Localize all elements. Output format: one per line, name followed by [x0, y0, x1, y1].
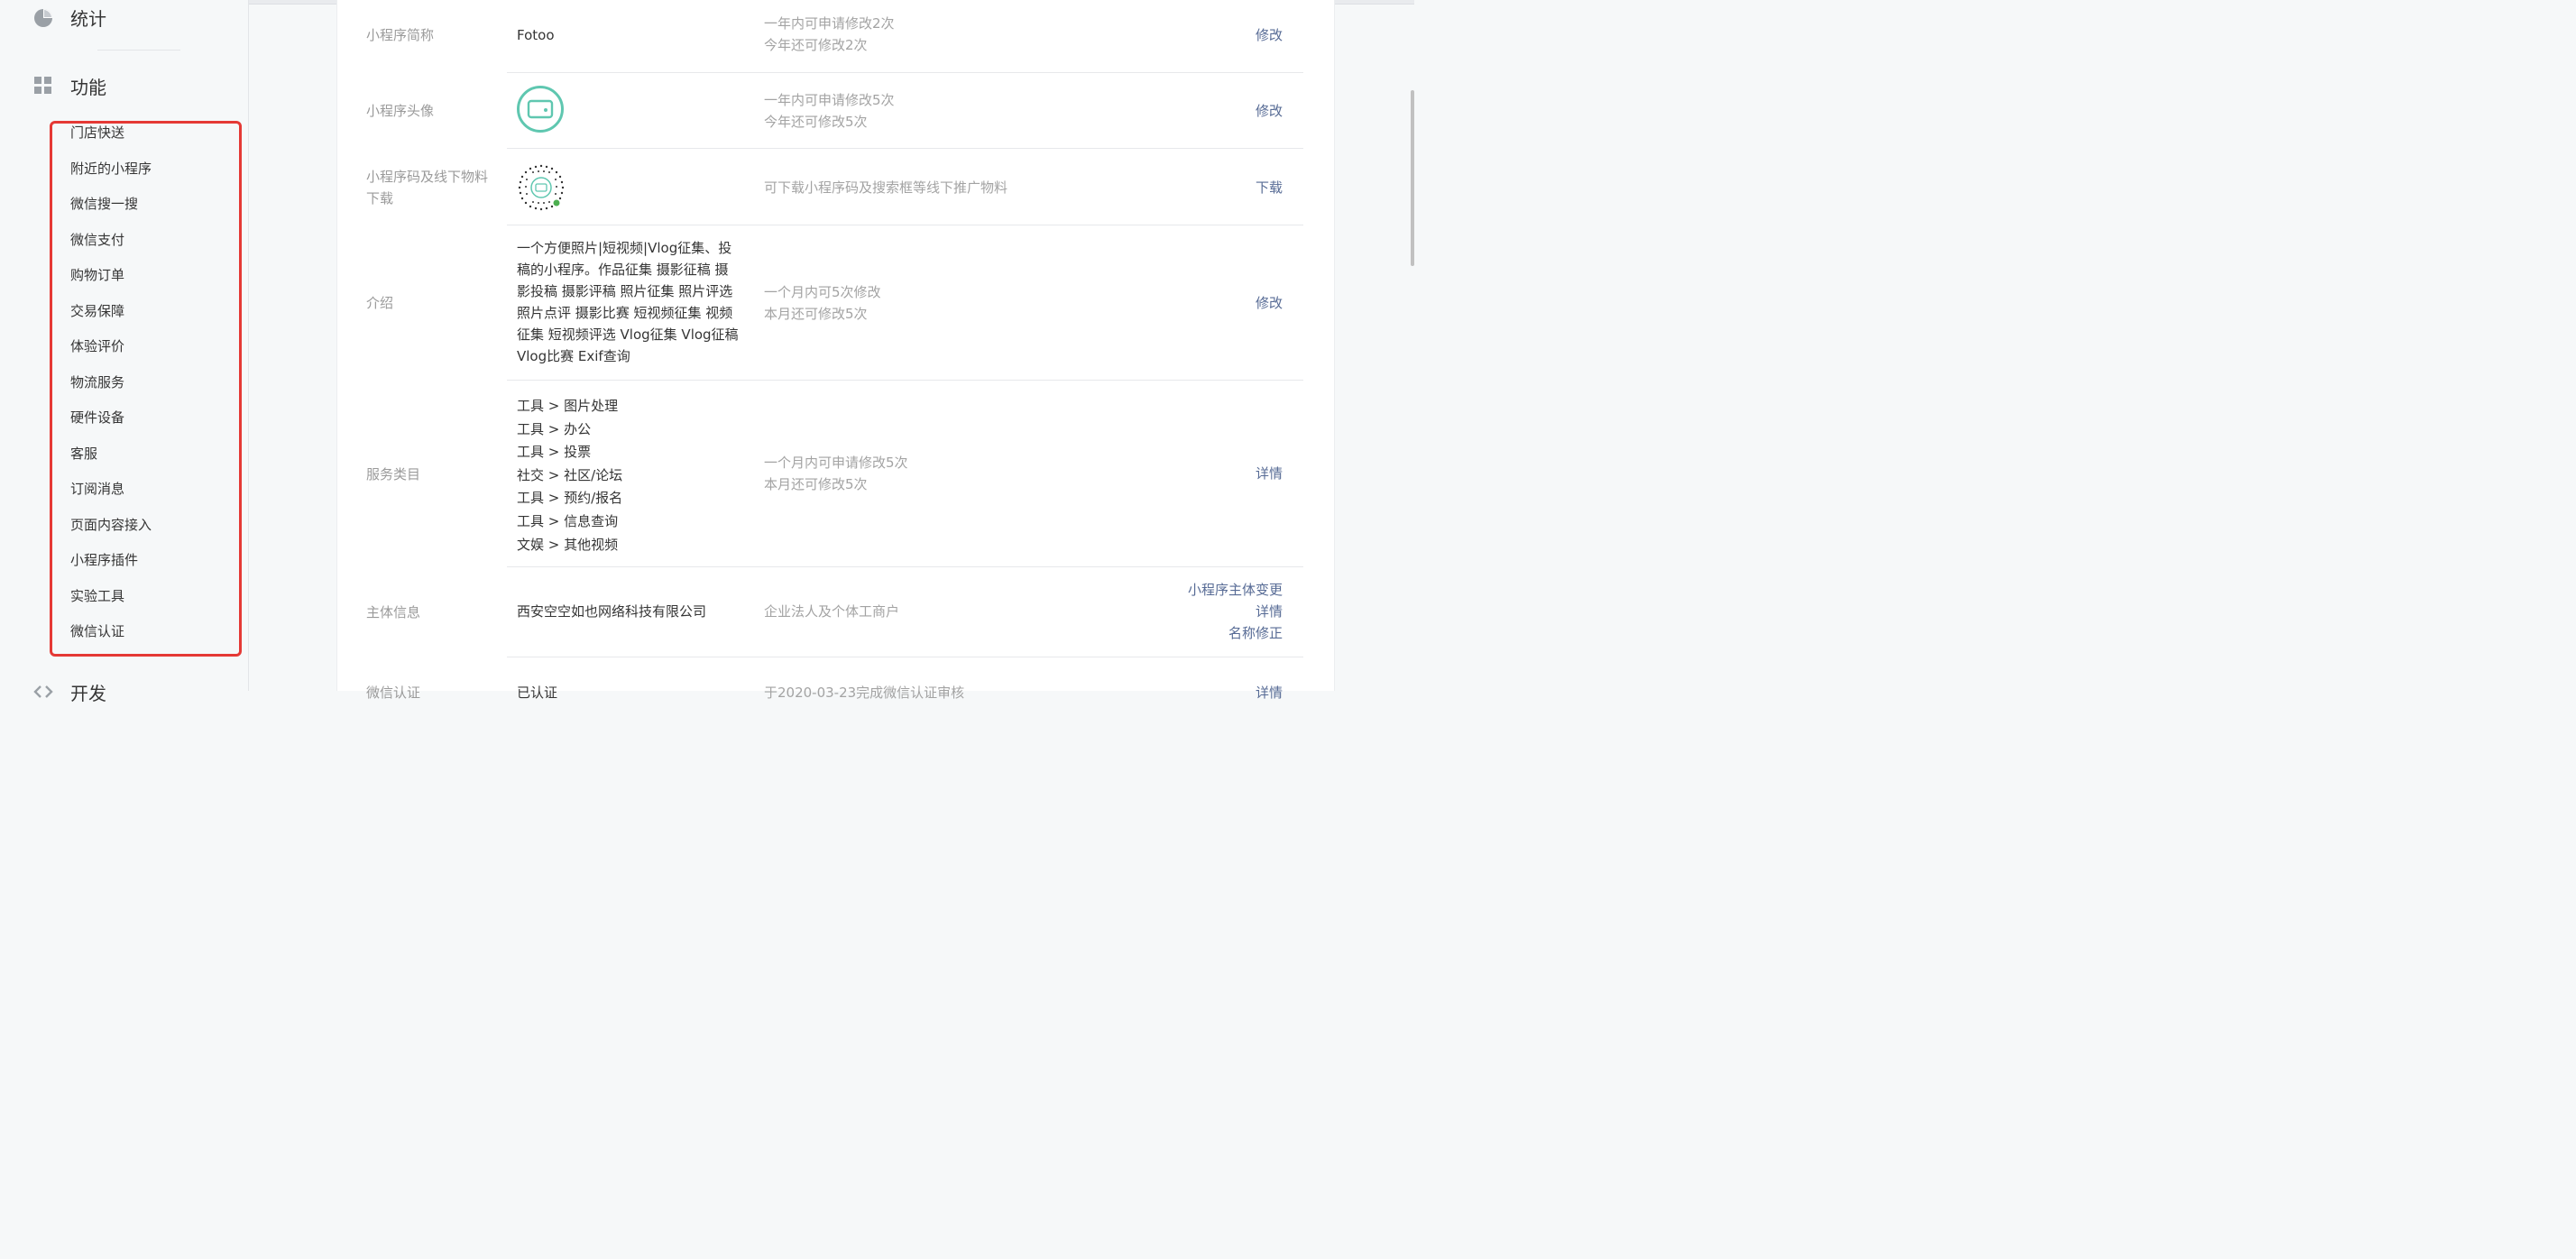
- avatar-label: 小程序头像: [366, 103, 435, 119]
- category-hint: 一个月内可申请修改5次 本月还可修改5次: [764, 452, 908, 495]
- nav-functions[interactable]: 功能: [32, 72, 106, 99]
- category-list: 工具 > 图片处理 工具 > 办公 工具 > 投票 社交 > 社区/论坛 工具 …: [517, 395, 622, 556]
- category-hint-line2: 本月还可修改5次: [764, 476, 868, 492]
- cert-detail-link[interactable]: 详情: [1256, 682, 1283, 703]
- category-item: 文娱 > 其他视频: [517, 536, 619, 553]
- row-divider: [507, 566, 1303, 567]
- sidebar: 统计 功能 门店快送 附近的小程序 微信搜一搜 微信支付 购物订单 交易保障 体…: [0, 0, 249, 704]
- entity-hint: 企业法人及个体工商户: [764, 603, 900, 620]
- cert-status: 已认证: [517, 685, 558, 701]
- qrcode-hint: 可下载小程序码及搜索框等线下推广物料: [764, 179, 1008, 196]
- row-divider: [507, 72, 1303, 73]
- nav-stats-label: 统计: [70, 7, 106, 30]
- pie-chart-icon: [32, 6, 54, 28]
- category-item: 社交 > 社区/论坛: [517, 466, 623, 483]
- entity-change-link[interactable]: 小程序主体变更: [1188, 579, 1283, 601]
- qrcode-label: 小程序码及线下物料 下载: [366, 166, 488, 209]
- short-name-modify-link[interactable]: 修改: [1256, 24, 1283, 46]
- qrcode-label-line1: 小程序码及线下物料: [366, 169, 489, 185]
- short-name-hint-line1: 一年内可申请修改2次: [764, 15, 895, 32]
- wallet-icon: [527, 99, 554, 119]
- nav-development-label: 开发: [70, 682, 106, 704]
- highlight-box: [50, 121, 242, 657]
- avatar-modify-link[interactable]: 修改: [1256, 100, 1283, 122]
- avatar-hint-line1: 一年内可申请修改5次: [764, 92, 895, 108]
- entity-detail-link[interactable]: 详情: [1256, 601, 1283, 622]
- intro-line: Vlog比赛 Exif查询: [517, 348, 630, 364]
- intro-line: 一个方便照片|短视频|Vlog征集、投: [517, 240, 732, 256]
- category-item: 工具 > 办公: [517, 420, 592, 437]
- category-item: 工具 > 预约/报名: [517, 490, 623, 507]
- intro-line: 征集 短视频评选 Vlog征集 Vlog征稿: [517, 326, 739, 343]
- entity-label: 主体信息: [366, 604, 421, 620]
- intro-modify-link[interactable]: 修改: [1256, 292, 1283, 314]
- grid-icon: [32, 75, 54, 96]
- nav-development[interactable]: 开发: [32, 678, 106, 705]
- short-name-label: 小程序简称: [366, 27, 435, 43]
- intro-line: 稿的小程序。作品征集 摄影征稿 摄: [517, 262, 729, 278]
- avatar-hint-line2: 今年还可修改5次: [764, 114, 868, 130]
- intro-hint-line2: 本月还可修改5次: [764, 306, 868, 322]
- intro-line: 照片点评 摄影比赛 短视频征集 视频: [517, 305, 733, 321]
- intro-line: 影投稿 摄影评稿 照片征集 照片评选: [517, 283, 733, 299]
- intro-hint: 一个月内可5次修改 本月还可修改5次: [764, 281, 881, 325]
- category-item: 工具 > 投票: [517, 444, 592, 461]
- cert-hint: 于2020-03-23完成微信认证审核: [764, 685, 965, 701]
- miniprogram-qrcode[interactable]: [517, 163, 566, 212]
- category-hint-line1: 一个月内可申请修改5次: [764, 455, 908, 471]
- category-item: 工具 > 图片处理: [517, 398, 619, 414]
- row-divider: [507, 380, 1303, 381]
- nav-stats[interactable]: 统计: [32, 4, 106, 31]
- intro-label: 介绍: [366, 295, 394, 311]
- short-name-hint-line2: 今年还可修改2次: [764, 37, 868, 53]
- qrcode-label-line2: 下载: [366, 190, 394, 207]
- code-icon: [32, 681, 54, 703]
- scrollbar[interactable]: [1411, 90, 1414, 266]
- category-detail-link[interactable]: 详情: [1256, 463, 1283, 484]
- qrcode-download-link[interactable]: 下载: [1256, 177, 1283, 198]
- miniprogram-avatar: [517, 86, 564, 133]
- cert-label: 微信认证: [366, 685, 421, 701]
- entity-name: 西安空空如也网络科技有限公司: [517, 603, 707, 620]
- nav-functions-label: 功能: [70, 76, 106, 98]
- intro-text: 一个方便照片|短视频|Vlog征集、投 稿的小程序。作品征集 摄影征稿 摄 影投…: [517, 237, 739, 367]
- category-item: 工具 > 信息查询: [517, 512, 619, 529]
- avatar-hint: 一年内可申请修改5次 今年还可修改5次: [764, 89, 895, 133]
- entity-name-correction-link[interactable]: 名称修正: [1228, 622, 1283, 644]
- row-divider: [507, 148, 1303, 149]
- sidebar-divider: [97, 50, 180, 51]
- intro-hint-line1: 一个月内可5次修改: [764, 284, 881, 300]
- short-name-value: Fotoo: [517, 27, 555, 43]
- short-name-hint: 一年内可申请修改2次 今年还可修改2次: [764, 13, 895, 56]
- category-label: 服务类目: [366, 466, 421, 482]
